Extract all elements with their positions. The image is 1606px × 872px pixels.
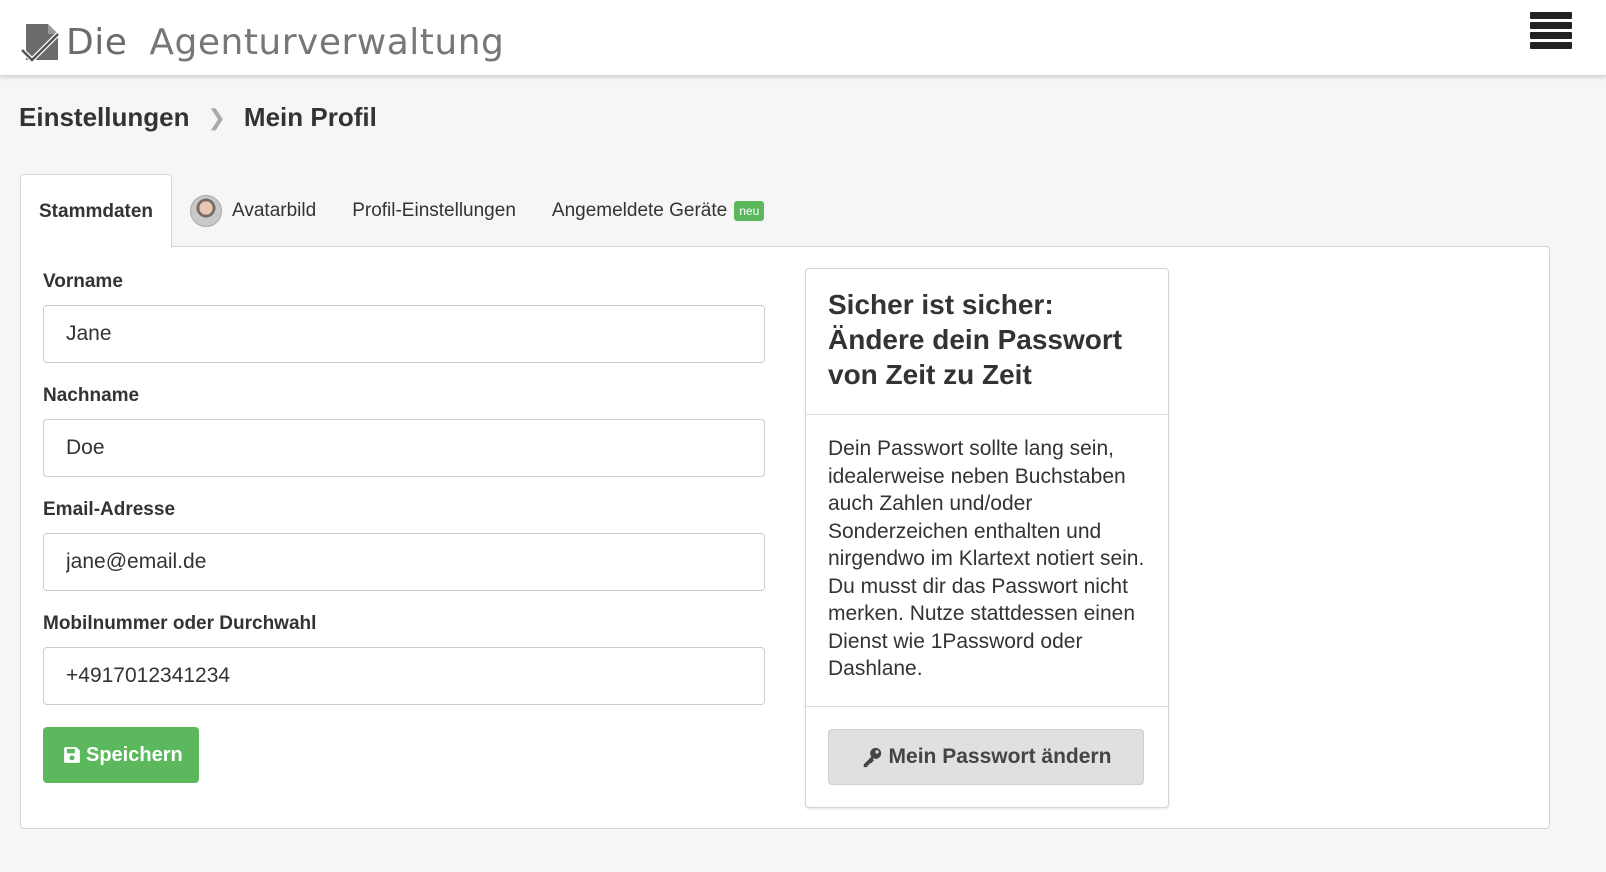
password-card-title-line3: von Zeit zu Zeit (828, 359, 1032, 390)
breadcrumb: Einstellungen ❯ Mein Profil (19, 102, 377, 133)
tab-label: Angemeldete Geräte (551, 200, 728, 221)
password-advice-text: Dein Passwort sollte lang sein, idealerw… (828, 437, 1145, 680)
phone-label: Mobilnummer oder Durchwahl (43, 613, 317, 634)
tab-stammdaten[interactable]: Stammdaten (20, 174, 173, 248)
avatar-icon (190, 195, 223, 227)
logo-word-die: Die (66, 21, 128, 63)
tab-panel-stammdaten: Vorname Nachname Email-Adresse Mobilnumm… (20, 246, 1550, 829)
change-password-label: Mein Passwort ändern (888, 745, 1112, 768)
password-card: Sicher ist sicher: Ändere dein Passwort … (805, 268, 1169, 808)
password-card-title-line2: Ändere dein Passwort (828, 324, 1123, 355)
top-bar: Die Agenturverwaltung (0, 0, 1606, 76)
firstname-input[interactable] (43, 305, 765, 363)
profile-tabs: Stammdaten Avatarbild Profil-Einstellung… (20, 174, 782, 248)
profile-form: Vorname Nachname Email-Adresse Mobilnumm… (43, 271, 765, 783)
new-badge: neu (734, 201, 765, 221)
tab-label: Profil-Einstellungen (352, 200, 516, 221)
firstname-label: Vorname (43, 271, 123, 292)
page-title: Mein Profil (243, 102, 377, 132)
tab-avatarbild[interactable]: Avatarbild (172, 174, 334, 248)
phone-input[interactable] (43, 647, 765, 705)
tab-angemeldete-geraete[interactable]: Angemeldete Geräte neu (534, 174, 782, 248)
chevron-right-icon: ❯ (207, 104, 226, 130)
breadcrumb-einstellungen[interactable]: Einstellungen (19, 102, 189, 133)
lastname-label: Nachname (43, 385, 140, 406)
save-button-label: Speichern (86, 743, 183, 766)
logo-word-agenturverwaltung: Agenturverwaltung (149, 21, 505, 63)
password-card-footer: Mein Passwort ändern (806, 707, 1168, 807)
password-card-body: Dein Passwort sollte lang sein, idealerw… (806, 415, 1168, 707)
lastname-input[interactable] (43, 419, 765, 477)
key-icon (863, 747, 881, 768)
tab-label: Stammdaten (39, 200, 154, 222)
password-card-title-line1: Sicher ist sicher: (828, 289, 1054, 320)
tab-label: Avatarbild (232, 200, 317, 221)
change-password-button[interactable]: Mein Passwort ändern (828, 729, 1144, 785)
email-label: Email-Adresse (43, 499, 176, 520)
save-icon (64, 747, 80, 763)
tab-profil-einstellungen[interactable]: Profil-Einstellungen (334, 174, 534, 248)
password-card-title: Sicher ist sicher: Ändere dein Passwort … (828, 287, 1146, 392)
password-card-header: Sicher ist sicher: Ändere dein Passwort … (806, 269, 1168, 415)
menu-icon[interactable] (1530, 12, 1572, 54)
save-button[interactable]: Speichern (43, 727, 199, 783)
logo-mark-icon (20, 24, 60, 64)
app-logo[interactable]: Die Agenturverwaltung (20, 14, 504, 70)
email-input[interactable] (43, 533, 765, 591)
